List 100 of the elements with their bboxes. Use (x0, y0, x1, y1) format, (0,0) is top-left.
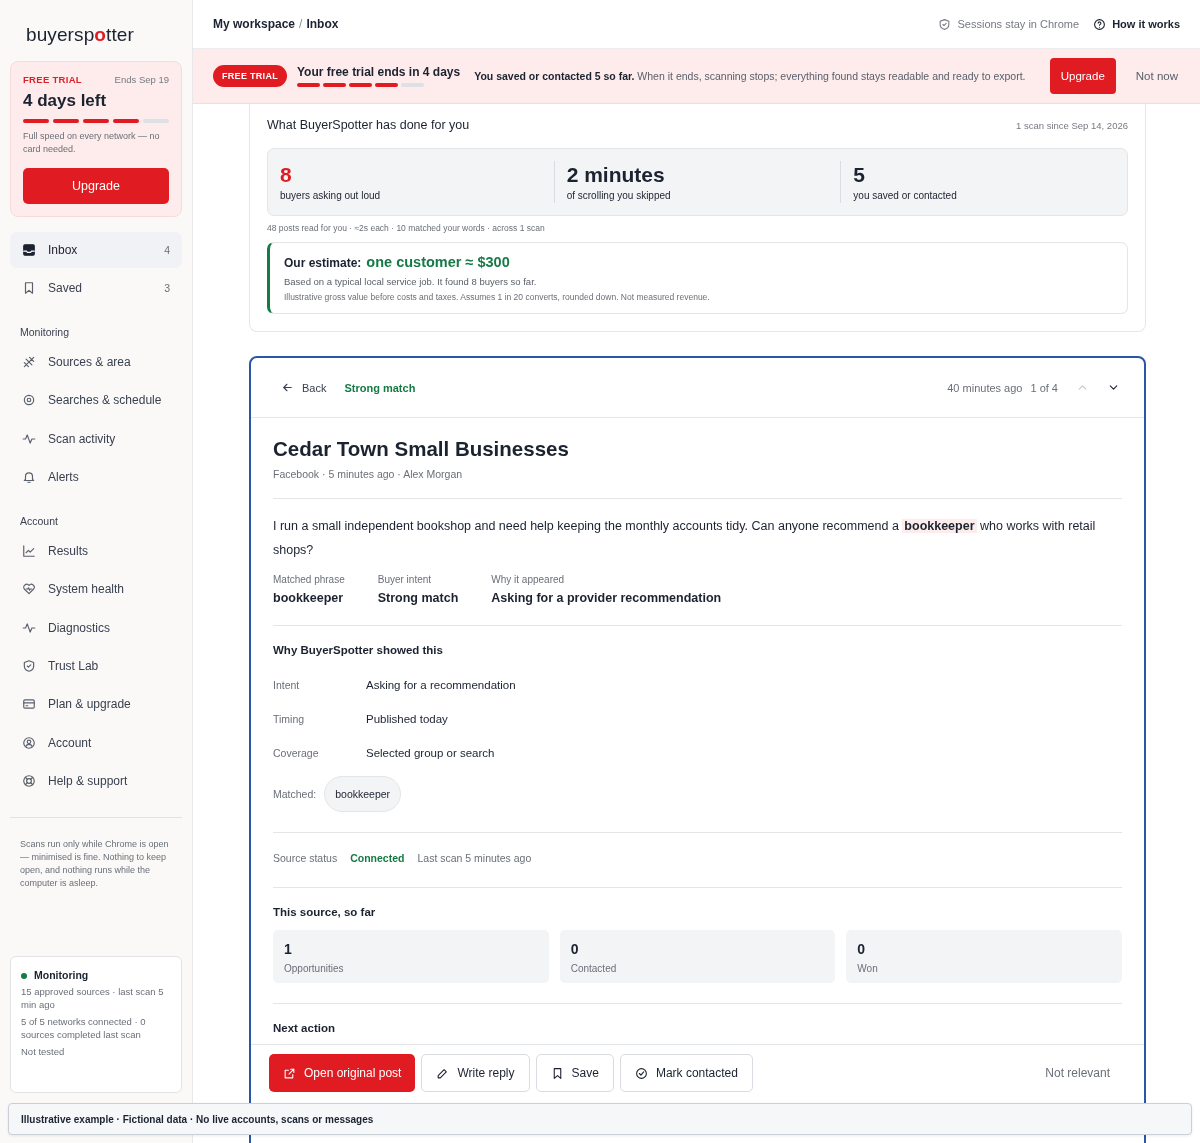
stat-value: 8 (280, 163, 293, 187)
test-status: Not tested (21, 1045, 66, 1058)
pencil-icon (436, 1066, 450, 1080)
estimate-basis: Based on a typical local service job. It found 8 buyers so far. (284, 276, 538, 287)
monitoring-detail: 5 of 5 networks connected · 0 sources completed last scan (21, 1015, 147, 1041)
days-left: 4 days left (23, 91, 108, 111)
session-note: Sessions stay in Chrome (957, 18, 1080, 30)
stat-label: Opportunities (284, 963, 345, 974)
fact-label: Buyer intent (377, 574, 433, 585)
post-text: I run a small independent bookshop and need help keeping the monthly accounts tidy. Can anyone recommend a bookkeeper who works with retail shops? (273, 518, 1097, 559)
nav-item[interactable]: Alerts (10, 458, 182, 495)
post-meta: Facebook · 5 minutes ago · Alex Morgan (273, 468, 464, 480)
stat-value: 0 (857, 941, 867, 957)
post-age: 40 minutes ago (947, 381, 1023, 394)
check-circle-icon (634, 1066, 648, 1080)
reason-label: Timing (273, 713, 306, 725)
fact-value: Strong match (377, 591, 459, 605)
nav-item[interactable]: System health (10, 571, 182, 608)
stat-value: 0 (570, 941, 580, 957)
stat-label: you saved or contacted (853, 190, 958, 201)
trial-badge: FREE TRIAL (213, 65, 287, 87)
dismiss-button[interactable]: Not relevant (1031, 1054, 1124, 1092)
dismiss-button[interactable]: Not now (1125, 70, 1188, 82)
target-icon (22, 393, 36, 408)
breadcrumb-link[interactable]: Inbox (306, 17, 339, 31)
external-link-icon (283, 1066, 296, 1080)
estimate-disclaimer: Illustrative gross value before costs and taxes. Assumes 1 in 20 converts, rounded down. Not measured revenue. (284, 292, 711, 302)
scan-since: 1 scan since Sep 14, 2026 (1016, 119, 1128, 131)
shield-icon (22, 659, 36, 674)
heart-icon (22, 582, 36, 597)
match-strength: Strong match (344, 381, 416, 394)
nav-item[interactable]: Scan activity (10, 420, 182, 457)
fact-value: bookkeeper (273, 591, 345, 605)
post-title: Cedar Town Small Businesses (273, 437, 570, 461)
monitoring-title: Monitoring (34, 969, 89, 982)
line-chart-icon (22, 544, 36, 559)
last-scan: Last scan 5 minutes ago (417, 852, 532, 864)
chrome-note: Scans run only while Chrome is open — minimised is fine. Nothing to keep open, and nothing runs while the computer is asleep. (19, 838, 170, 891)
user-icon (22, 735, 36, 750)
estimate-value: one customer ≈ $300 (366, 254, 510, 270)
bookmark-icon (22, 281, 36, 295)
nav-item[interactable]: Help & support (10, 762, 182, 799)
nav-item[interactable]: Diagnostics (10, 609, 182, 646)
help-icon (22, 773, 36, 788)
nav-item[interactable]: Trust Lab (10, 648, 182, 685)
section-title: This source, so far (273, 906, 377, 918)
inbox-icon (22, 243, 36, 257)
scan-detail: 48 posts read for you · ≈2s each · 10 matched your words · across 1 scan (267, 223, 546, 233)
trial-label: FREE TRIAL (23, 74, 82, 85)
status-dot (21, 972, 27, 979)
section-title: Next action (273, 1022, 336, 1034)
fact-label: Matched phrase (273, 574, 345, 585)
how-it-works-link[interactable]: How it works (1093, 17, 1180, 31)
stat-label: buyers asking out loud (280, 190, 382, 201)
post-position: 1 of 4 (1030, 381, 1058, 394)
activity-icon (22, 620, 36, 635)
item-count: 3 (164, 282, 170, 294)
section-title: Why BuyerSpotter showed this (273, 644, 444, 656)
reason-value: Published today (366, 713, 448, 725)
item-count: 4 (164, 244, 170, 256)
arrow-left-icon (281, 381, 294, 394)
keyword-chip: bookkeeper (324, 776, 402, 812)
breadcrumb-link[interactable]: My workspace (213, 17, 296, 31)
stat-label: Won (857, 963, 879, 974)
upgrade-button[interactable]: Upgrade (23, 168, 169, 204)
monitoring-detail: 15 approved sources · last scan 5 min ago (21, 985, 165, 1011)
bell-icon (22, 469, 36, 484)
section-heading: Account (20, 515, 59, 528)
stat-label: of scrolling you skipped (566, 190, 672, 201)
reason-value: Asking for a recommendation (366, 679, 516, 691)
card-title: What BuyerSpotter has done for you (267, 118, 470, 132)
logo: buyerspotter (26, 24, 135, 47)
matched-label: Matched: (273, 788, 317, 800)
open-post-button[interactable]: Open original post (269, 1054, 416, 1092)
action-button[interactable]: Write reply (421, 1054, 530, 1092)
demo-notice: Illustrative example · Fictional data · No live accounts, scans or messages (21, 1113, 374, 1125)
action-button[interactable]: Save (535, 1054, 614, 1092)
breadcrumb-separator: / (299, 17, 303, 31)
estimate-label: Our estimate: (284, 256, 362, 270)
section-heading: Monitoring (20, 326, 71, 338)
stat-value: 2 minutes (566, 163, 666, 187)
upgrade-button[interactable]: Upgrade (1049, 58, 1116, 94)
trial-end-date: Ends Sep 19 (114, 74, 169, 85)
card-icon (22, 697, 36, 712)
nav-item[interactable]: Saved 3 (10, 270, 182, 306)
back-link[interactable]: Back (281, 381, 327, 394)
nav-item[interactable]: Plan & upgrade (10, 686, 182, 723)
source-status-label: Source status (273, 852, 338, 864)
nav-item[interactable]: Sources & area (10, 344, 182, 380)
source-status: Connected (350, 852, 405, 864)
help-icon (1093, 17, 1107, 31)
stat-value: 5 (853, 163, 867, 187)
reason-label: Intent (273, 679, 301, 691)
nav-item[interactable]: Searches & schedule (10, 382, 182, 419)
action-button[interactable]: Mark contacted (619, 1054, 753, 1092)
nav-item[interactable]: Account (10, 724, 182, 761)
trial-title: Your free trial ends in 4 days (297, 65, 461, 79)
fact-value: Asking for a provider recommendation (491, 591, 722, 605)
nav-item[interactable]: Inbox 4 (10, 232, 182, 268)
nav-item[interactable]: Results (10, 533, 182, 570)
